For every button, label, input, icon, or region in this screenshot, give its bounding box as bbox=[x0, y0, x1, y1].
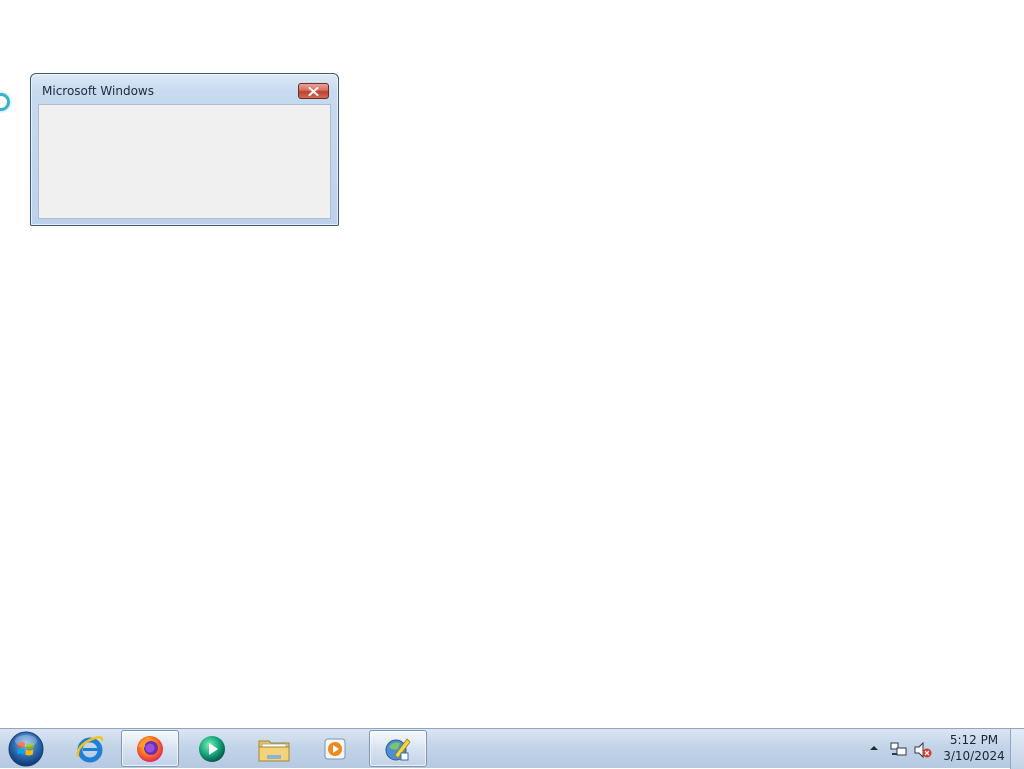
microsoft-windows-dialog[interactable]: Microsoft Windows bbox=[30, 73, 339, 226]
installer-icon bbox=[385, 737, 411, 760]
chevron-up-icon[interactable] bbox=[868, 743, 880, 753]
network-icon[interactable] bbox=[889, 741, 909, 759]
show-desktop-button[interactable] bbox=[1010, 729, 1024, 769]
windows-start-orb-icon bbox=[8, 731, 44, 767]
taskbar-file-explorer[interactable] bbox=[245, 730, 303, 767]
clock-date: 3/10/2024 bbox=[943, 749, 1005, 763]
taskbar-media-center[interactable] bbox=[183, 730, 241, 767]
taskbar: 5:12 PM 3/10/2024 bbox=[0, 728, 1024, 769]
busy-cursor-icon bbox=[0, 93, 10, 111]
volume-muted-icon[interactable] bbox=[913, 741, 933, 759]
dialog-content-area bbox=[38, 104, 331, 219]
close-icon bbox=[308, 86, 319, 96]
media-center-icon bbox=[199, 735, 225, 762]
folder-icon bbox=[258, 740, 290, 761]
taskbar-media-player[interactable] bbox=[306, 730, 364, 767]
taskbar-internet-explorer[interactable] bbox=[61, 730, 119, 767]
internet-explorer-icon bbox=[76, 735, 104, 762]
clock-time: 5:12 PM bbox=[949, 733, 999, 747]
media-player-icon bbox=[324, 738, 346, 759]
firefox-icon bbox=[137, 735, 163, 762]
close-button[interactable] bbox=[298, 83, 329, 99]
taskbar-installer[interactable] bbox=[369, 730, 427, 767]
dialog-title: Microsoft Windows bbox=[42, 84, 154, 98]
start-button[interactable] bbox=[6, 730, 46, 768]
system-clock[interactable]: 5:12 PM 3/10/2024 bbox=[938, 732, 1010, 764]
taskbar-firefox[interactable] bbox=[121, 730, 179, 767]
